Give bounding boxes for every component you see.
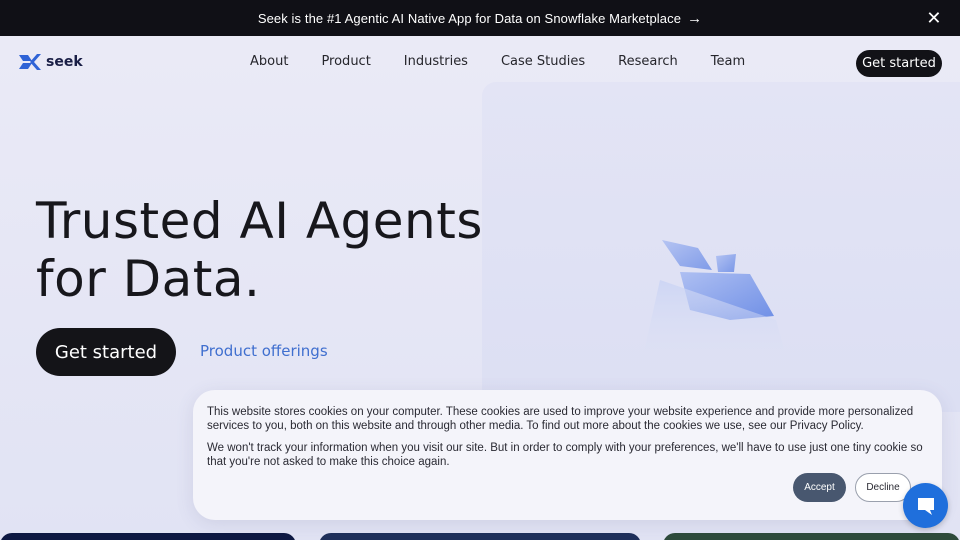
feature-card-3[interactable] (663, 533, 960, 540)
chat-launcher-button[interactable] (903, 483, 948, 528)
announcement-bar: Seek is the #1 Agentic AI Native App for… (0, 0, 960, 36)
decline-cookies-button[interactable]: Decline (855, 473, 911, 502)
nav-get-started-button[interactable]: Get started (856, 50, 942, 77)
feature-card-1[interactable] (0, 533, 296, 540)
chat-bubble-icon (917, 497, 934, 515)
get-started-button[interactable]: Get started (36, 328, 176, 376)
close-icon[interactable]: ✕ (924, 8, 944, 28)
hero-title: Trusted AI Agents for Data. (36, 192, 496, 308)
hero-3d-shape-icon (640, 240, 790, 370)
nav-industries[interactable]: Industries (404, 54, 468, 69)
brand-name: seek (46, 54, 83, 70)
seek-logo-icon (19, 54, 41, 70)
brand-logo[interactable]: seek (18, 52, 83, 72)
nav-team[interactable]: Team (711, 54, 745, 69)
announcement-text[interactable]: Seek is the #1 Agentic AI Native App for… (258, 11, 681, 26)
product-offerings-link[interactable]: Product offerings (200, 342, 328, 360)
hero-title-line-2: for Data. (36, 250, 261, 308)
cookie-text-1: This website stores cookies on your comp… (207, 406, 914, 432)
feature-card-2[interactable] (319, 533, 641, 540)
nav-case-studies[interactable]: Case Studies (501, 54, 585, 69)
nav-product[interactable]: Product (321, 54, 370, 69)
hero-title-line-1: Trusted AI Agents (36, 192, 483, 250)
cookie-banner: This website stores cookies on your comp… (193, 390, 942, 520)
arrow-right-icon[interactable]: → (687, 10, 702, 27)
nav-research[interactable]: Research (618, 54, 678, 69)
cookie-text-2: We won't track your information when you… (207, 442, 923, 468)
accept-cookies-button[interactable]: Accept (793, 473, 846, 502)
nav-about[interactable]: About (250, 54, 288, 69)
main-nav: About Product Industries Case Studies Re… (250, 54, 745, 69)
